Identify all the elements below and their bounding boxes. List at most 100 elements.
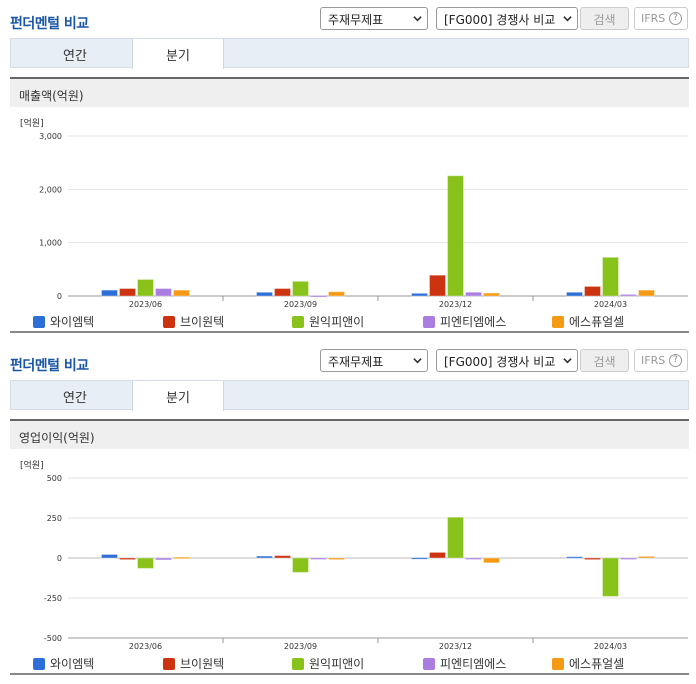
y-unit-label: [억원] — [20, 117, 44, 129]
bar — [602, 557, 619, 597]
search-button[interactable]: 검색 — [580, 7, 629, 30]
legend-label: 와이엠텍 — [50, 657, 95, 671]
ifrs-label: IFRS — [641, 354, 666, 367]
help-icon[interactable]: ? — [669, 12, 682, 25]
legend-label: 원익피앤이 — [309, 315, 365, 329]
bar — [411, 292, 428, 297]
bar — [310, 557, 327, 560]
revenue-chart: [억원] 0 1,000 2,000 3,000 2023/06 2023/09 2023/1… — [20, 117, 688, 309]
x-tick-label: 2023/12 — [439, 642, 472, 651]
legend-swatch — [33, 658, 45, 670]
y-tick-label: 500 — [47, 474, 62, 483]
bar — [465, 291, 482, 297]
statement-select[interactable]: 주재무제표 — [320, 7, 428, 30]
x-tick-label: 2023/06 — [129, 642, 162, 651]
bar — [155, 288, 172, 297]
compare-select[interactable]: [FG000] 경쟁사 비교 — [436, 7, 578, 30]
x-tick-label: 2023/12 — [439, 300, 472, 309]
bar — [429, 551, 446, 559]
bar — [310, 294, 327, 298]
chevron-down-icon — [413, 358, 422, 364]
bar — [620, 293, 637, 297]
legend-item[interactable]: 와이엠텍 — [33, 313, 94, 330]
search-button[interactable]: 검색 — [580, 349, 629, 372]
chart-title: 매출액(억원) — [10, 77, 689, 107]
legend-item[interactable]: 에스퓨얼셀 — [552, 313, 624, 330]
compare-select-value: [FG000] 경쟁사 비교 — [444, 355, 556, 369]
bar — [328, 291, 345, 297]
y-tick-label: 0 — [57, 292, 62, 301]
legend-swatch — [423, 316, 435, 328]
y-tick-label: -250 — [44, 594, 62, 603]
legend-item[interactable]: 와이엠텍 — [33, 655, 94, 672]
bar — [620, 557, 637, 560]
legend-label: 피엔티엠에스 — [440, 315, 507, 329]
bar — [447, 516, 464, 559]
tab-quarterly[interactable]: 분기 — [132, 381, 224, 411]
legend-item[interactable]: 에스퓨얼셀 — [552, 655, 624, 672]
bar — [328, 557, 345, 561]
statement-select-value: 주재무제표 — [328, 13, 384, 27]
bar — [256, 291, 273, 297]
bar — [566, 556, 583, 559]
legend-swatch — [292, 658, 304, 670]
chart-legend: 와이엠텍 브이원텍 원익피앤이 피엔티엠에스 에스퓨얼셀 — [10, 313, 689, 333]
tab-quarterly[interactable]: 분기 — [132, 39, 224, 69]
legend-label: 원익피앤이 — [309, 657, 365, 671]
legend-item[interactable]: 원익피앤이 — [292, 655, 364, 672]
legend-label: 피엔티엠에스 — [440, 657, 507, 671]
y-tick-label: 2,000 — [39, 185, 62, 194]
bar — [566, 291, 583, 297]
tab-annual[interactable]: 연간 — [29, 39, 121, 67]
bar — [292, 557, 309, 573]
ifrs-button[interactable]: IFRS ? — [634, 7, 688, 30]
bar — [274, 288, 291, 297]
bar — [274, 555, 291, 559]
legend-swatch — [33, 316, 45, 328]
legend-item[interactable]: 피엔티엠에스 — [423, 655, 506, 672]
legend-label: 에스퓨얼셀 — [569, 315, 625, 329]
statement-select[interactable]: 주재무제표 — [320, 349, 428, 372]
compare-select-value: [FG000] 경쟁사 비교 — [444, 13, 556, 27]
compare-select[interactable]: [FG000] 경쟁사 비교 — [436, 349, 578, 372]
x-tick-label: 2024/03 — [594, 300, 627, 309]
bar — [429, 274, 446, 297]
x-tick-label: 2023/06 — [129, 300, 162, 309]
legend-label: 에스퓨얼셀 — [569, 657, 625, 671]
legend-item[interactable]: 브이원텍 — [163, 655, 224, 672]
legend-label: 와이엠텍 — [50, 315, 95, 329]
chevron-down-icon — [563, 358, 572, 364]
y-tick-label: 0 — [57, 554, 62, 563]
y-tick-label: 250 — [47, 514, 62, 523]
legend-swatch — [163, 316, 175, 328]
bar — [638, 555, 655, 559]
bar — [411, 557, 428, 560]
legend-swatch — [163, 658, 175, 670]
help-icon[interactable]: ? — [669, 354, 682, 367]
bar — [137, 278, 154, 297]
legend-swatch — [292, 316, 304, 328]
bar — [137, 557, 154, 569]
legend-label: 브이원텍 — [180, 657, 225, 671]
legend-item[interactable]: 원익피앤이 — [292, 313, 364, 330]
bar — [173, 556, 190, 560]
bar — [119, 288, 136, 297]
y-tick-label: 3,000 — [39, 132, 62, 141]
bar — [483, 292, 500, 297]
panel-title: 펀더멘털 비교 — [10, 16, 89, 32]
tab-annual[interactable]: 연간 — [29, 381, 121, 409]
bar — [173, 289, 190, 297]
panel-header: 펀더멘털 비교 주재무제표 [FG000] 경쟁사 비교 검색 IFRS ? — [0, 342, 696, 374]
period-tabs: 연간 분기 — [10, 380, 689, 411]
bar — [483, 557, 500, 564]
bar — [584, 285, 601, 297]
fundamental-panel-operating-profit: 펀더멘털 비교 주재무제표 [FG000] 경쟁사 비교 검색 IFRS ? 연… — [0, 342, 696, 684]
legend-label: 브이원텍 — [180, 315, 225, 329]
statement-select-value: 주재무제표 — [328, 355, 384, 369]
bar — [155, 557, 172, 561]
bar — [119, 557, 136, 561]
operating-profit-chart: [억원] -500 -250 0 250 500 2023/06 2023/09 2023/12… — [20, 459, 688, 651]
legend-item[interactable]: 피엔티엠에스 — [423, 313, 506, 330]
legend-item[interactable]: 브이원텍 — [163, 313, 224, 330]
ifrs-button[interactable]: IFRS ? — [634, 349, 688, 372]
